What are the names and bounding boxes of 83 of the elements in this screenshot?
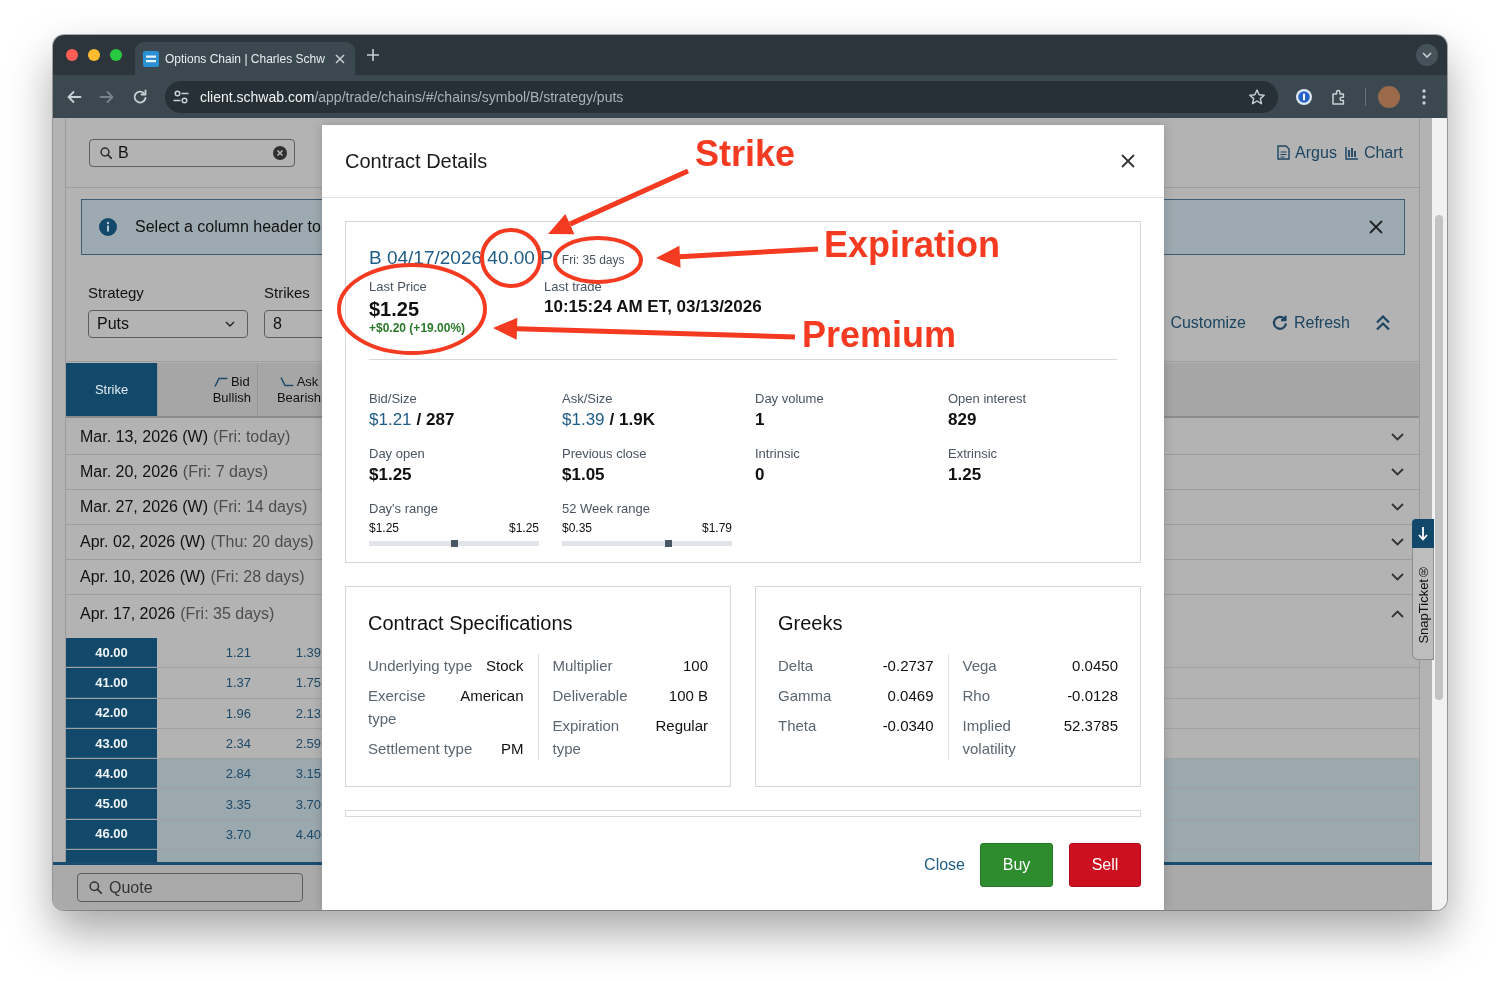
stat-label: Previous close <box>562 446 648 462</box>
tab-title: Options Chain | Charles Schw <box>165 51 325 66</box>
column-subheader: Bearish <box>276 389 321 406</box>
days-to-expiry: (Fri: 14 days) <box>213 498 308 516</box>
spec-value: -0.0340 <box>882 716 934 736</box>
range-high: $1.79 <box>701 521 732 535</box>
stat-label: Ask/Size <box>562 391 614 407</box>
stat-value: 1.25 <box>948 465 982 485</box>
annotation-label: Expiration <box>824 227 1001 263</box>
size-value: / 287 <box>416 410 455 430</box>
spec-value: 0.0450 <box>1072 656 1118 676</box>
spec-label: Underlying type <box>368 656 474 676</box>
banner-text: Select a column header to <box>135 218 321 236</box>
column-subheader: Bullish <box>212 389 251 406</box>
stat-label: Day's range <box>369 501 439 517</box>
last-trade-time: 10:15:24 AM ET, 03/13/2026 <box>544 297 762 317</box>
expiration-date: Apr. 17, 2026 <box>80 604 176 623</box>
stat-label: Bid/Size <box>369 391 418 407</box>
stat-label: Open interest <box>948 391 1028 407</box>
annotation-label: Strike <box>695 136 796 172</box>
expiration-date: Mar. 13, 2026 (W) <box>80 428 209 446</box>
spec-value: 0.0469 <box>887 686 934 706</box>
strike-cell: 43.00 <box>66 728 157 759</box>
stat-label: Intrinsic <box>755 446 801 462</box>
expiration-date: Mar. 27, 2026 (W) <box>80 498 209 516</box>
days-to-expiry: Fri: 35 days <box>561 253 625 267</box>
card-title: Contract Specifications <box>368 611 574 635</box>
spec-label: Deliverable <box>552 686 629 706</box>
price-value: $1.21 <box>369 410 412 430</box>
stat-label: Day open <box>369 446 426 462</box>
annotation-label: Premium <box>802 317 957 353</box>
days-to-expiry: (Fri: 7 days) <box>182 463 269 481</box>
strike-cell: 42.00 <box>66 698 157 728</box>
stat-value: 0 <box>755 465 765 485</box>
stat-label: Day volume <box>755 391 825 407</box>
strike-cell: 46.00 <box>66 819 157 850</box>
spec-label: Vega <box>962 656 998 676</box>
strike-cell: 41.00 <box>66 668 157 698</box>
strike-cell: 40.00 <box>66 638 157 668</box>
spec-value: Stock <box>486 656 524 676</box>
spec-label: Theta <box>778 716 818 736</box>
stat-value: $1.25 <box>369 465 412 485</box>
spec-value: Regular <box>655 716 708 736</box>
spec-value: 52.3785 <box>1063 716 1118 736</box>
stat-value: 829 <box>948 410 977 430</box>
stat-label: Last trade <box>544 279 603 295</box>
dialog-title: Contract Details <box>345 149 488 173</box>
size-value: / 1.9K <box>609 410 655 430</box>
stat-label: Last Price <box>369 279 428 295</box>
spec-value: American <box>460 686 524 706</box>
spec-label: Multiplier <box>552 656 614 676</box>
days-to-expiry: (Fri: 28 days) <box>210 568 305 586</box>
spec-label: Gamma <box>778 686 833 706</box>
field-label: Strategy <box>88 284 145 302</box>
spec-value: 100 <box>682 656 708 676</box>
expiration-date: Apr. 10, 2026 (W) <box>80 568 206 586</box>
price-value: $1.39 <box>562 410 605 430</box>
spec-label: Exercise type <box>368 686 427 729</box>
range-high: $1.25 <box>508 521 539 535</box>
stat-value: $1.05 <box>562 465 605 485</box>
card-title: Greeks <box>778 611 844 635</box>
strike-cell: 45.00 <box>66 789 157 819</box>
stat-label: Extrinsic <box>948 446 999 462</box>
spec-label: Settlement type <box>368 739 474 759</box>
spec-label: Expiration type <box>552 716 621 759</box>
expiration-date: Apr. 02, 2026 (W) <box>80 533 206 551</box>
range-low: $1.25 <box>369 521 400 535</box>
spec-label: Rho <box>962 686 992 706</box>
spec-value: PM <box>501 739 524 759</box>
spec-label: Delta <box>778 656 815 676</box>
days-to-expiry: (Thu: 20 days) <box>210 533 314 551</box>
spec-value: -0.0128 <box>1067 686 1118 706</box>
days-to-expiry: (Fri: today) <box>213 428 291 446</box>
url-text: client.schwab.com/app/trade/chains/#/chains/symbol/B/strategy/puts <box>200 88 624 105</box>
days-to-expiry: (Fri: 35 days) <box>180 604 275 623</box>
range-low: $0.35 <box>562 521 593 535</box>
expiration-date: Mar. 20, 2026 <box>80 463 178 481</box>
strike-cell: 44.00 <box>66 759 157 789</box>
spec-label: Implied volatility <box>962 716 1017 759</box>
spec-value: 100 B <box>668 686 708 706</box>
stat-label: 52 Week range <box>562 501 651 517</box>
spec-value: -0.2737 <box>882 656 934 676</box>
stat-value: 1 <box>755 410 765 430</box>
